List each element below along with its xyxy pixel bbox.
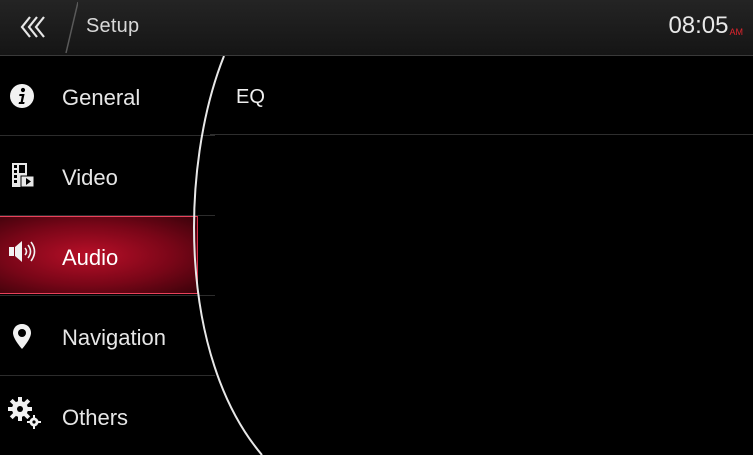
clock-ampm: AM [729, 27, 744, 37]
list-divider [210, 134, 753, 135]
clock-time: 08:05 [668, 12, 729, 39]
list-item-eq[interactable]: EQ [216, 56, 753, 134]
back-chevrons-icon [20, 1, 78, 54]
window-title: Setup [86, 15, 140, 37]
eq-label: EQ [236, 86, 265, 108]
settings-content-panel: EQ [0, 56, 753, 455]
setup-screen: Setup 08:05AM General Video Audio Naviga… [0, 0, 753, 455]
back-button[interactable] [0, 0, 78, 55]
top-bar: Setup 08:05AM [0, 0, 753, 56]
clock: 08:05AM [668, 12, 743, 40]
